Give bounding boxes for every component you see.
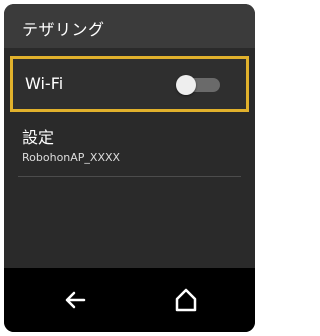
wifi-toggle[interactable]: [176, 75, 224, 95]
settings-ssid: RobohonAP_XXXX: [22, 151, 121, 164]
divider: [18, 176, 241, 177]
back-arrow-icon: [65, 291, 86, 309]
toggle-knob: [176, 75, 196, 95]
navigation-bar: [4, 268, 255, 332]
wifi-setting-row[interactable]: Wi-Fi: [10, 56, 249, 112]
app-bar: テザリング: [4, 4, 255, 48]
wifi-label: Wi-Fi: [25, 74, 64, 93]
home-icon: [175, 288, 197, 312]
device-screen: テザリング Wi-Fi 設定 RobohonAP_XXXX: [4, 4, 255, 332]
home-button[interactable]: [170, 284, 202, 316]
page-title: テザリング: [22, 20, 105, 39]
settings-title: 設定: [22, 128, 55, 147]
back-button[interactable]: [59, 284, 91, 316]
settings-row[interactable]: 設定 RobohonAP_XXXX: [4, 116, 255, 176]
